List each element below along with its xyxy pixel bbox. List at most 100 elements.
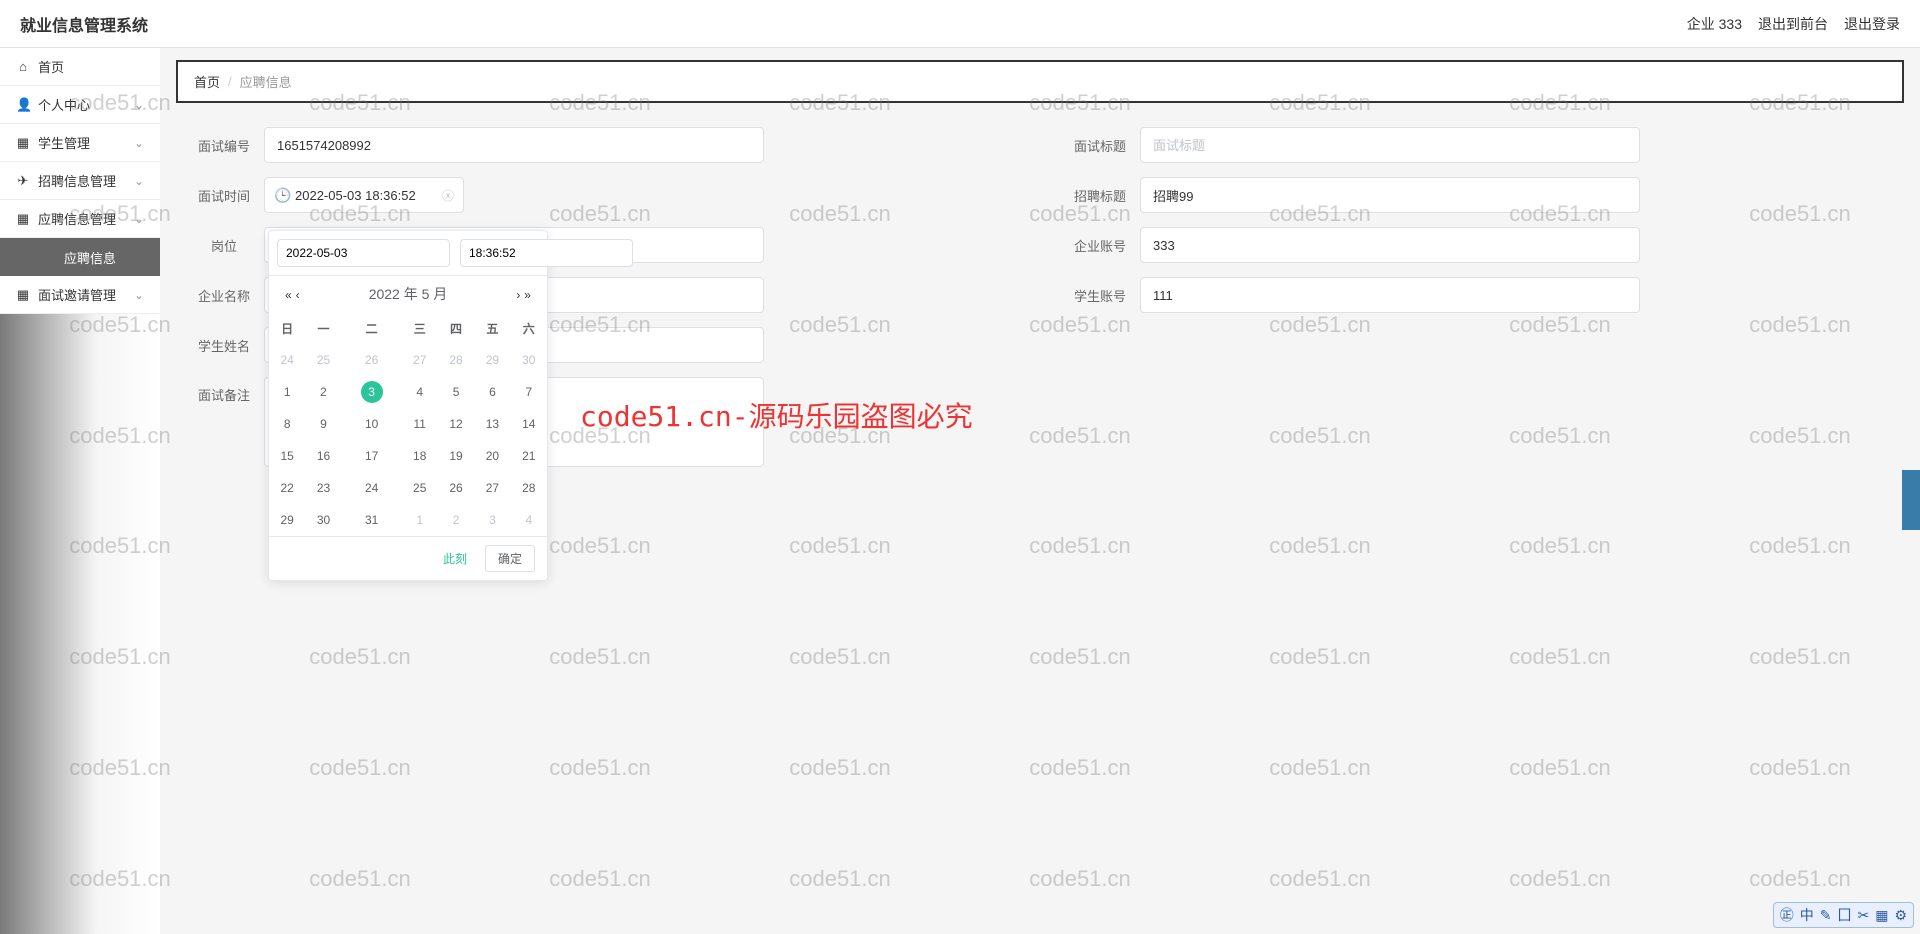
clear-icon[interactable]: ⓧ bbox=[442, 187, 454, 204]
breadcrumb-current: 应聘信息 bbox=[240, 72, 292, 91]
dp-day[interactable]: 11 bbox=[402, 408, 438, 440]
dp-day[interactable]: 2 bbox=[305, 376, 341, 408]
interview-title-input[interactable] bbox=[1140, 127, 1640, 163]
ime-bar[interactable]: ㊣中 ✎ 囗 ✂ ▦ ⚙ bbox=[1773, 902, 1914, 928]
ime-icon[interactable]: ✂ bbox=[1857, 907, 1869, 924]
dp-now-button[interactable]: 此刻 bbox=[435, 545, 475, 572]
dp-day[interactable]: 16 bbox=[305, 440, 341, 472]
dp-day[interactable]: 26 bbox=[438, 472, 474, 504]
ime-icon[interactable]: ⚙ bbox=[1894, 907, 1907, 924]
logout-link[interactable]: 退出登录 bbox=[1844, 14, 1900, 34]
chevron-down-icon: ⌄ bbox=[134, 98, 144, 112]
company-account-input[interactable] bbox=[1140, 227, 1640, 263]
dp-day[interactable]: 3 bbox=[342, 376, 402, 408]
sidebar-item[interactable]: ▦应聘信息管理⌄ bbox=[0, 200, 160, 238]
ime-icon[interactable]: 囗 bbox=[1837, 905, 1851, 925]
dp-day[interactable]: 29 bbox=[474, 344, 510, 376]
user-label[interactable]: 企业 333 bbox=[1687, 14, 1742, 34]
dp-day[interactable]: 5 bbox=[438, 376, 474, 408]
sidebar-item-label: 应聘信息管理 bbox=[38, 209, 116, 228]
chevron-down-icon: ⌄ bbox=[134, 212, 144, 226]
dp-day[interactable]: 18 bbox=[402, 440, 438, 472]
interview-id-label: 面试编号 bbox=[184, 136, 264, 155]
student-name-label: 学生姓名 bbox=[184, 336, 264, 355]
dp-day[interactable]: 28 bbox=[438, 344, 474, 376]
interview-id-input[interactable] bbox=[264, 127, 764, 163]
interview-note-label: 面试备注 bbox=[184, 377, 264, 404]
dp-day[interactable]: 4 bbox=[402, 376, 438, 408]
breadcrumb-sep: / bbox=[228, 74, 232, 89]
dp-day[interactable]: 19 bbox=[438, 440, 474, 472]
dp-day[interactable]: 23 bbox=[305, 472, 341, 504]
dp-day[interactable]: 21 bbox=[511, 440, 547, 472]
menu-icon: ▦ bbox=[16, 135, 30, 151]
student-account-input[interactable] bbox=[1140, 277, 1640, 313]
dp-day[interactable]: 30 bbox=[305, 504, 341, 536]
dp-time-input[interactable] bbox=[460, 239, 633, 267]
dp-day[interactable]: 10 bbox=[342, 408, 402, 440]
dp-day[interactable]: 25 bbox=[402, 472, 438, 504]
dp-day[interactable]: 30 bbox=[511, 344, 547, 376]
sidebar-item[interactable]: ▦学生管理⌄ bbox=[0, 124, 160, 162]
dp-day[interactable]: 27 bbox=[402, 344, 438, 376]
logout-front-link[interactable]: 退出到前台 bbox=[1758, 14, 1828, 34]
dp-day[interactable]: 7 bbox=[511, 376, 547, 408]
sidebar-item[interactable]: ▦面试邀请管理⌄ bbox=[0, 276, 160, 314]
dp-day[interactable]: 22 bbox=[269, 472, 305, 504]
student-account-label: 学生账号 bbox=[1060, 286, 1140, 305]
interview-time-input[interactable] bbox=[264, 177, 464, 213]
sidebar-item-label: 应聘信息 bbox=[64, 248, 116, 267]
dp-day[interactable]: 28 bbox=[511, 472, 547, 504]
dp-next-year-icon[interactable]: » bbox=[524, 288, 531, 302]
menu-icon: ⌂ bbox=[16, 59, 30, 74]
ime-icon[interactable]: ✎ bbox=[1820, 907, 1832, 924]
sidebar-item[interactable]: ⌂首页 bbox=[0, 48, 160, 86]
dp-date-input[interactable] bbox=[277, 239, 450, 267]
dp-day[interactable]: 15 bbox=[269, 440, 305, 472]
dp-day[interactable]: 20 bbox=[474, 440, 510, 472]
dp-day[interactable]: 26 bbox=[342, 344, 402, 376]
ime-icon[interactable]: ㊣ bbox=[1780, 905, 1794, 925]
recruit-title-input[interactable] bbox=[1140, 177, 1640, 213]
dp-day[interactable]: 17 bbox=[342, 440, 402, 472]
dp-day[interactable]: 29 bbox=[269, 504, 305, 536]
sidebar-item[interactable]: 👤个人中心⌄ bbox=[0, 86, 160, 124]
header-actions: 企业 333 退出到前台 退出登录 bbox=[1687, 14, 1900, 34]
dp-day[interactable]: 4 bbox=[511, 504, 547, 536]
dp-day[interactable]: 24 bbox=[342, 472, 402, 504]
dp-day[interactable]: 12 bbox=[438, 408, 474, 440]
dp-day[interactable]: 24 bbox=[269, 344, 305, 376]
dp-day[interactable]: 14 bbox=[511, 408, 547, 440]
breadcrumb-home[interactable]: 首页 bbox=[194, 72, 220, 91]
dp-day[interactable]: 3 bbox=[474, 504, 510, 536]
dp-weekday-row: 日一二三四五六 bbox=[269, 312, 547, 344]
dp-day[interactable]: 13 bbox=[474, 408, 510, 440]
dp-day[interactable]: 1 bbox=[269, 376, 305, 408]
dp-prev-month-icon[interactable]: ‹ bbox=[296, 288, 300, 302]
dp-day[interactable]: 8 bbox=[269, 408, 305, 440]
dp-ok-button[interactable]: 确定 bbox=[485, 545, 535, 572]
chevron-down-icon: ⌄ bbox=[134, 288, 144, 302]
sidebar-item-label: 学生管理 bbox=[38, 133, 90, 152]
dp-day[interactable]: 1 bbox=[402, 504, 438, 536]
sidebar-item-label: 招聘信息管理 bbox=[38, 171, 116, 190]
dp-day[interactable]: 9 bbox=[305, 408, 341, 440]
dp-day[interactable]: 27 bbox=[474, 472, 510, 504]
dp-title: 2022 年 5 月 bbox=[369, 284, 448, 304]
sidebar-item[interactable]: 应聘信息 bbox=[0, 238, 160, 276]
company-account-label: 企业账号 bbox=[1060, 236, 1140, 255]
dp-next-month-icon[interactable]: › bbox=[516, 288, 520, 302]
ime-icon[interactable]: 中 bbox=[1800, 905, 1814, 925]
ime-icon[interactable]: ▦ bbox=[1875, 907, 1888, 924]
dp-prev-year-icon[interactable]: « bbox=[285, 288, 292, 302]
company-name-label: 企业名称 bbox=[184, 286, 264, 305]
right-edge-tab[interactable] bbox=[1902, 470, 1920, 530]
datepicker-popup: « ‹ 2022 年 5 月 › » 日一二三四五六 2425262728293… bbox=[268, 230, 548, 581]
dp-day[interactable]: 31 bbox=[342, 504, 402, 536]
dp-day[interactable]: 6 bbox=[474, 376, 510, 408]
position-label: 岗位 bbox=[184, 236, 264, 255]
dp-day[interactable]: 2 bbox=[438, 504, 474, 536]
sidebar-item[interactable]: ✈招聘信息管理⌄ bbox=[0, 162, 160, 200]
dp-day[interactable]: 25 bbox=[305, 344, 341, 376]
interview-title-label: 面试标题 bbox=[1060, 136, 1140, 155]
